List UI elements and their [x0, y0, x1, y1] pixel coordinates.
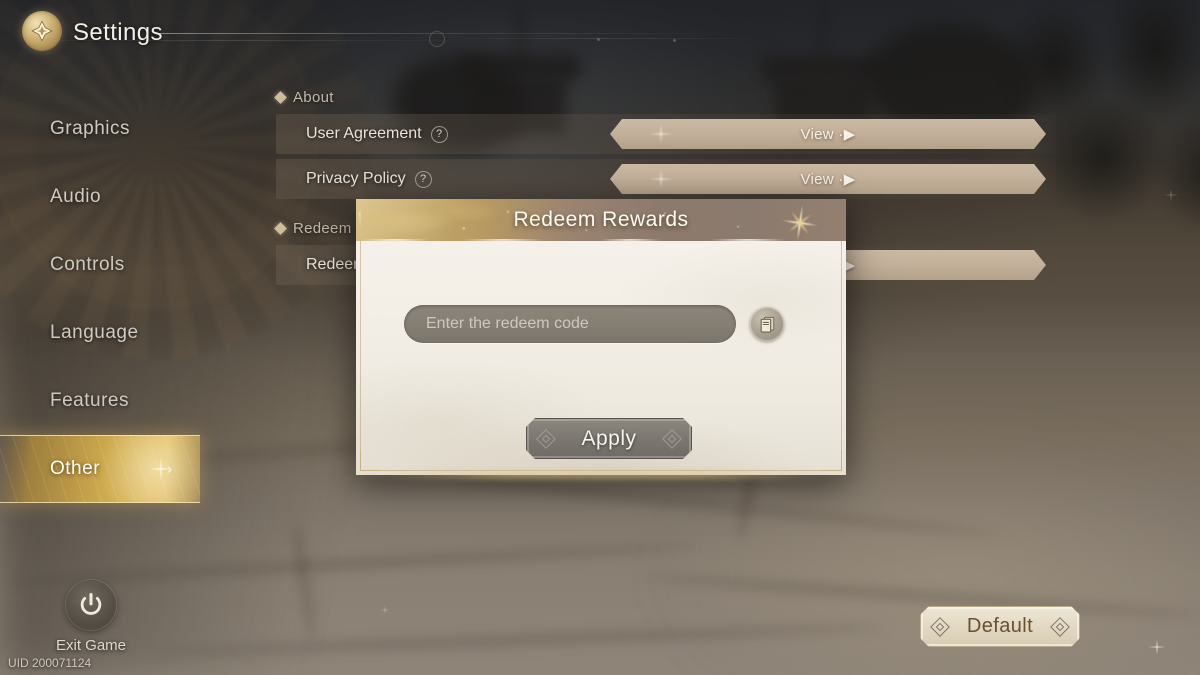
dialog-title: Redeem Rewards — [513, 208, 689, 231]
redeem-code-input-row — [404, 303, 798, 345]
apply-button-label: Apply — [581, 426, 637, 450]
redeem-rewards-dialog: Redeem Rewards Apply — [356, 199, 846, 479]
apply-button[interactable]: Apply — [526, 418, 692, 459]
dialog-header: Redeem Rewards — [356, 199, 846, 241]
dialog-bottom-glow — [356, 471, 846, 479]
dialog-body: Apply — [356, 241, 846, 475]
redeem-code-input[interactable] — [404, 305, 736, 343]
plaque-ornament-left-icon — [535, 428, 557, 450]
plaque-ornament-right-icon — [661, 428, 683, 450]
modal-layer: Redeem Rewards Apply — [0, 0, 1200, 675]
clipboard-paste-icon[interactable] — [750, 307, 784, 341]
